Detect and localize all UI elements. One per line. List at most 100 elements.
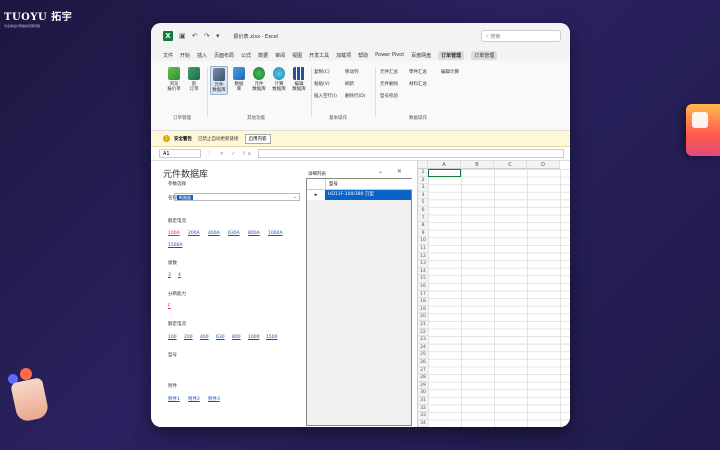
row-header[interactable]: 10 [418,237,428,245]
accessory-option[interactable]: 附件1 [168,396,180,402]
rated-current-option[interactable]: 200A [188,231,200,236]
accessory-option[interactable]: 附件3 [208,396,220,402]
delete-row-button[interactable]: 删除行(D) [345,93,365,99]
component-summary-button[interactable]: 元件汇总 [380,69,398,75]
poles-option[interactable]: 4 [178,273,181,278]
poles-option[interactable]: 3 [168,273,171,278]
model-check-button[interactable]: 型号校验 [380,93,398,99]
enable-content-button[interactable]: 启用内容 [244,133,271,144]
refresh-button[interactable]: 刷新 [345,81,354,87]
frame-current-option[interactable]: 400 [200,335,209,340]
edit-db-button[interactable]: 编辑 数据库 [290,67,308,92]
row-header[interactable]: 7 [418,214,428,223]
new-order-button[interactable]: 新 订单 [185,67,203,92]
rated-current-option[interactable]: 630A [228,231,240,236]
row-header[interactable]: 17 [418,290,428,299]
menu-help[interactable]: 帮助 [358,52,368,59]
row-header[interactable]: 8 [418,222,428,230]
row-header[interactable]: 13 [418,260,428,268]
material-summary-button[interactable]: 材料汇总 [409,81,427,87]
accessory-option[interactable]: 附件2 [188,396,200,402]
row-header[interactable]: 25 [418,351,428,359]
column-header[interactable]: D [527,161,560,169]
row-header[interactable]: 21 [418,321,428,329]
row-header[interactable]: 26 [418,359,428,367]
row-header[interactable]: 3 [418,184,428,192]
active-cell-a1[interactable] [428,169,461,177]
column-header[interactable]: A [428,161,461,169]
rated-current-option[interactable]: 100A [168,231,180,236]
row-header[interactable]: 5 [418,199,428,207]
row-header[interactable]: 23 [418,336,428,344]
component-library-button[interactable]: 元件 数据库 [250,67,268,92]
component-db-button[interactable]: 元件 数据库 [210,66,228,96]
breaking-capacity-option[interactable]: F [168,304,171,309]
row-header[interactable]: 15 [418,275,428,283]
frame-current-option[interactable]: 200 [184,335,193,340]
row-header[interactable]: 14 [418,267,428,276]
pane-controls[interactable]: ⌄ ✕ [378,168,408,175]
menu-developer[interactable]: 开发工具 [309,52,329,59]
move-column-button[interactable]: 移动列 [345,69,359,75]
menu-data[interactable]: 数据 [258,52,268,59]
row-header[interactable]: 18 [418,298,428,306]
row-header[interactable]: 4 [418,191,428,200]
row-header[interactable]: 30 [418,389,428,397]
menu-view[interactable]: 视图 [292,52,302,59]
browse-quote-button[interactable]: 浏览 报价单 [165,67,183,92]
row-header[interactable]: 33 [418,412,428,420]
paste-button[interactable]: 粘贴(V) [314,81,330,87]
grid-header-model[interactable]: 型号 [325,179,413,190]
menu-home[interactable]: 开始 [180,52,190,59]
select-all-corner[interactable] [418,161,428,169]
menu-review[interactable]: 审阅 [275,52,285,59]
name-box[interactable]: A1 [159,149,201,158]
formula-input[interactable] [257,149,564,158]
row-header[interactable]: 12 [418,252,428,261]
name-dropdown[interactable]: 断路器 ⌄ [174,193,300,201]
row-header[interactable]: 6 [418,207,428,215]
row-header[interactable]: 32 [418,404,428,413]
row-header[interactable]: 1 [418,169,428,177]
frame-current-option[interactable]: 1000 [248,335,259,340]
rated-current-option[interactable]: 800A [248,231,260,236]
search-input[interactable]: ⌕ 搜索 [481,30,561,42]
component-delete-button[interactable]: 元件删除 [380,81,398,87]
frame-current-option[interactable]: 630 [216,335,225,340]
menu-formulas[interactable]: 公式 [241,52,251,59]
menu-file[interactable]: 文件 [163,52,173,59]
menu-baidu[interactable]: 百度网盘 [411,52,431,59]
row-header[interactable]: 20 [418,313,428,321]
details-grid[interactable]: 型号 ▸ HD11F-100/380 刀型 [306,178,413,426]
row-header[interactable]: 2 [418,176,428,185]
menu-order-management-2[interactable]: 订单管理 [471,50,498,60]
frame-current-option[interactable]: 800 [232,335,241,340]
row-header[interactable]: 34 [418,419,428,427]
menu-order-management[interactable]: 订单管理 [438,50,465,60]
rated-current-option[interactable]: 1000A [268,231,283,236]
cell-grid[interactable] [428,169,570,427]
spreadsheet-grid[interactable]: A B C D 1 2 3 4 5 6 7 8 9 10 11 12 13 14 15 16 17 18 19 20 21 22 2… [417,161,570,427]
calc-db-button[interactable]: 计算 数据库 [270,67,288,92]
quick-access-icons[interactable]: ▣ ↶ ↷ ▾ [179,32,222,40]
part-summary-button[interactable]: 零件汇总 [409,69,427,75]
row-header[interactable]: 24 [418,343,428,352]
row-header[interactable]: 29 [418,381,428,390]
menu-insert[interactable]: 插入 [197,52,207,59]
rated-current-option[interactable]: 1500A [168,243,183,248]
row-header[interactable]: 31 [418,397,428,405]
copy-button[interactable]: 复制(C) [314,69,330,75]
grid-row-selected[interactable]: HD11F-100/380 刀型 [325,190,411,200]
row-header[interactable]: 9 [418,229,428,238]
row-header[interactable]: 28 [418,374,428,382]
column-header[interactable]: B [461,161,494,169]
frame-current-option[interactable]: 100 [168,335,177,340]
menu-addins[interactable]: 加载项 [336,52,351,59]
row-header[interactable]: 22 [418,328,428,337]
fx-icon[interactable]: ⋮ ✕ ✓ fx [207,151,254,157]
rated-current-option[interactable]: 400A [208,231,220,236]
row-header[interactable]: 19 [418,305,428,314]
database-button[interactable]: 数据 库 [230,67,248,92]
insert-row-button[interactable]: 插入空行(I) [314,93,337,99]
edit-calc-button[interactable]: 编辑计算 [441,69,459,75]
